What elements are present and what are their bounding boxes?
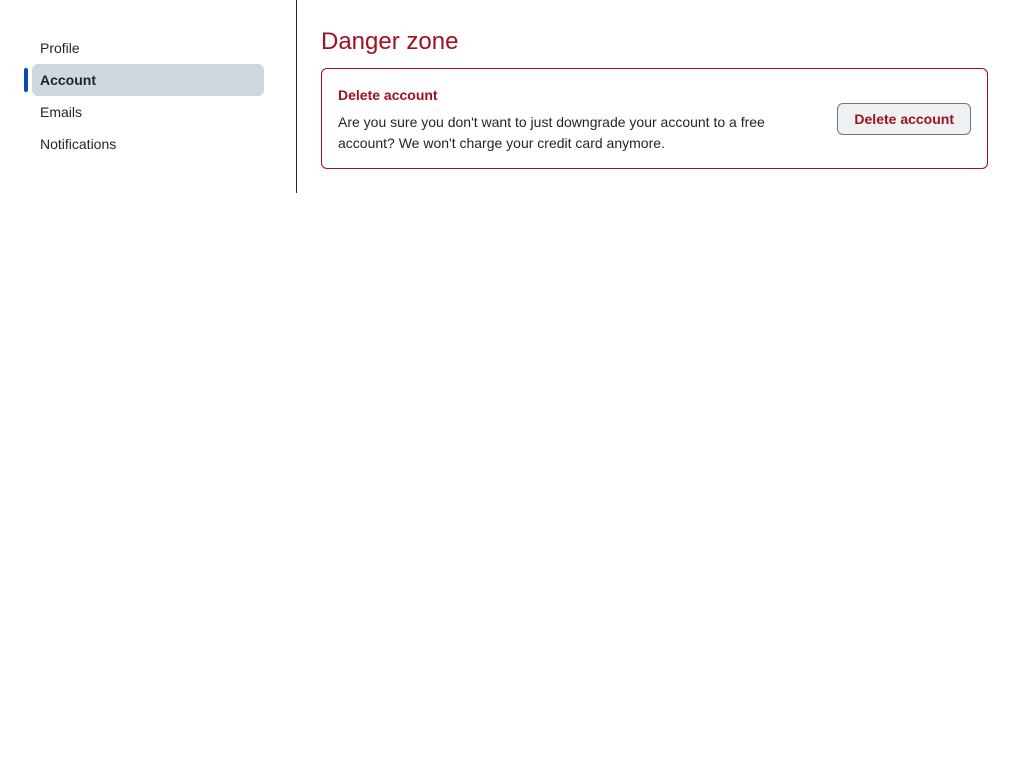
delete-account-heading: Delete account [338,87,438,103]
sidebar-item-label: Profile [40,40,80,56]
delete-account-description: Are you sure you don't want to just down… [338,114,765,151]
sidebar-item-emails[interactable]: Emails [32,96,264,128]
sidebar-item-label: Emails [40,104,83,120]
sidebar-nav: Profile Account Emails Notifications [24,32,264,160]
settings-sidebar: Profile Account Emails Notifications [0,0,297,193]
page-title: Danger zone [321,28,459,55]
sidebar-item-label: Account [40,72,96,88]
sidebar-item-account[interactable]: Account [24,64,264,96]
danger-zone-box: Delete account Are you sure you don't wa… [321,68,988,169]
sidebar-item-notifications[interactable]: Notifications [32,128,264,160]
sidebar-item-label: Notifications [40,136,117,152]
danger-zone-text: Delete account Are you sure you don't wa… [338,87,788,154]
sidebar-item-profile[interactable]: Profile [32,32,264,64]
settings-page: Profile Account Emails Notifications Dan… [0,0,1012,768]
delete-account-button[interactable]: Delete account [837,103,971,135]
